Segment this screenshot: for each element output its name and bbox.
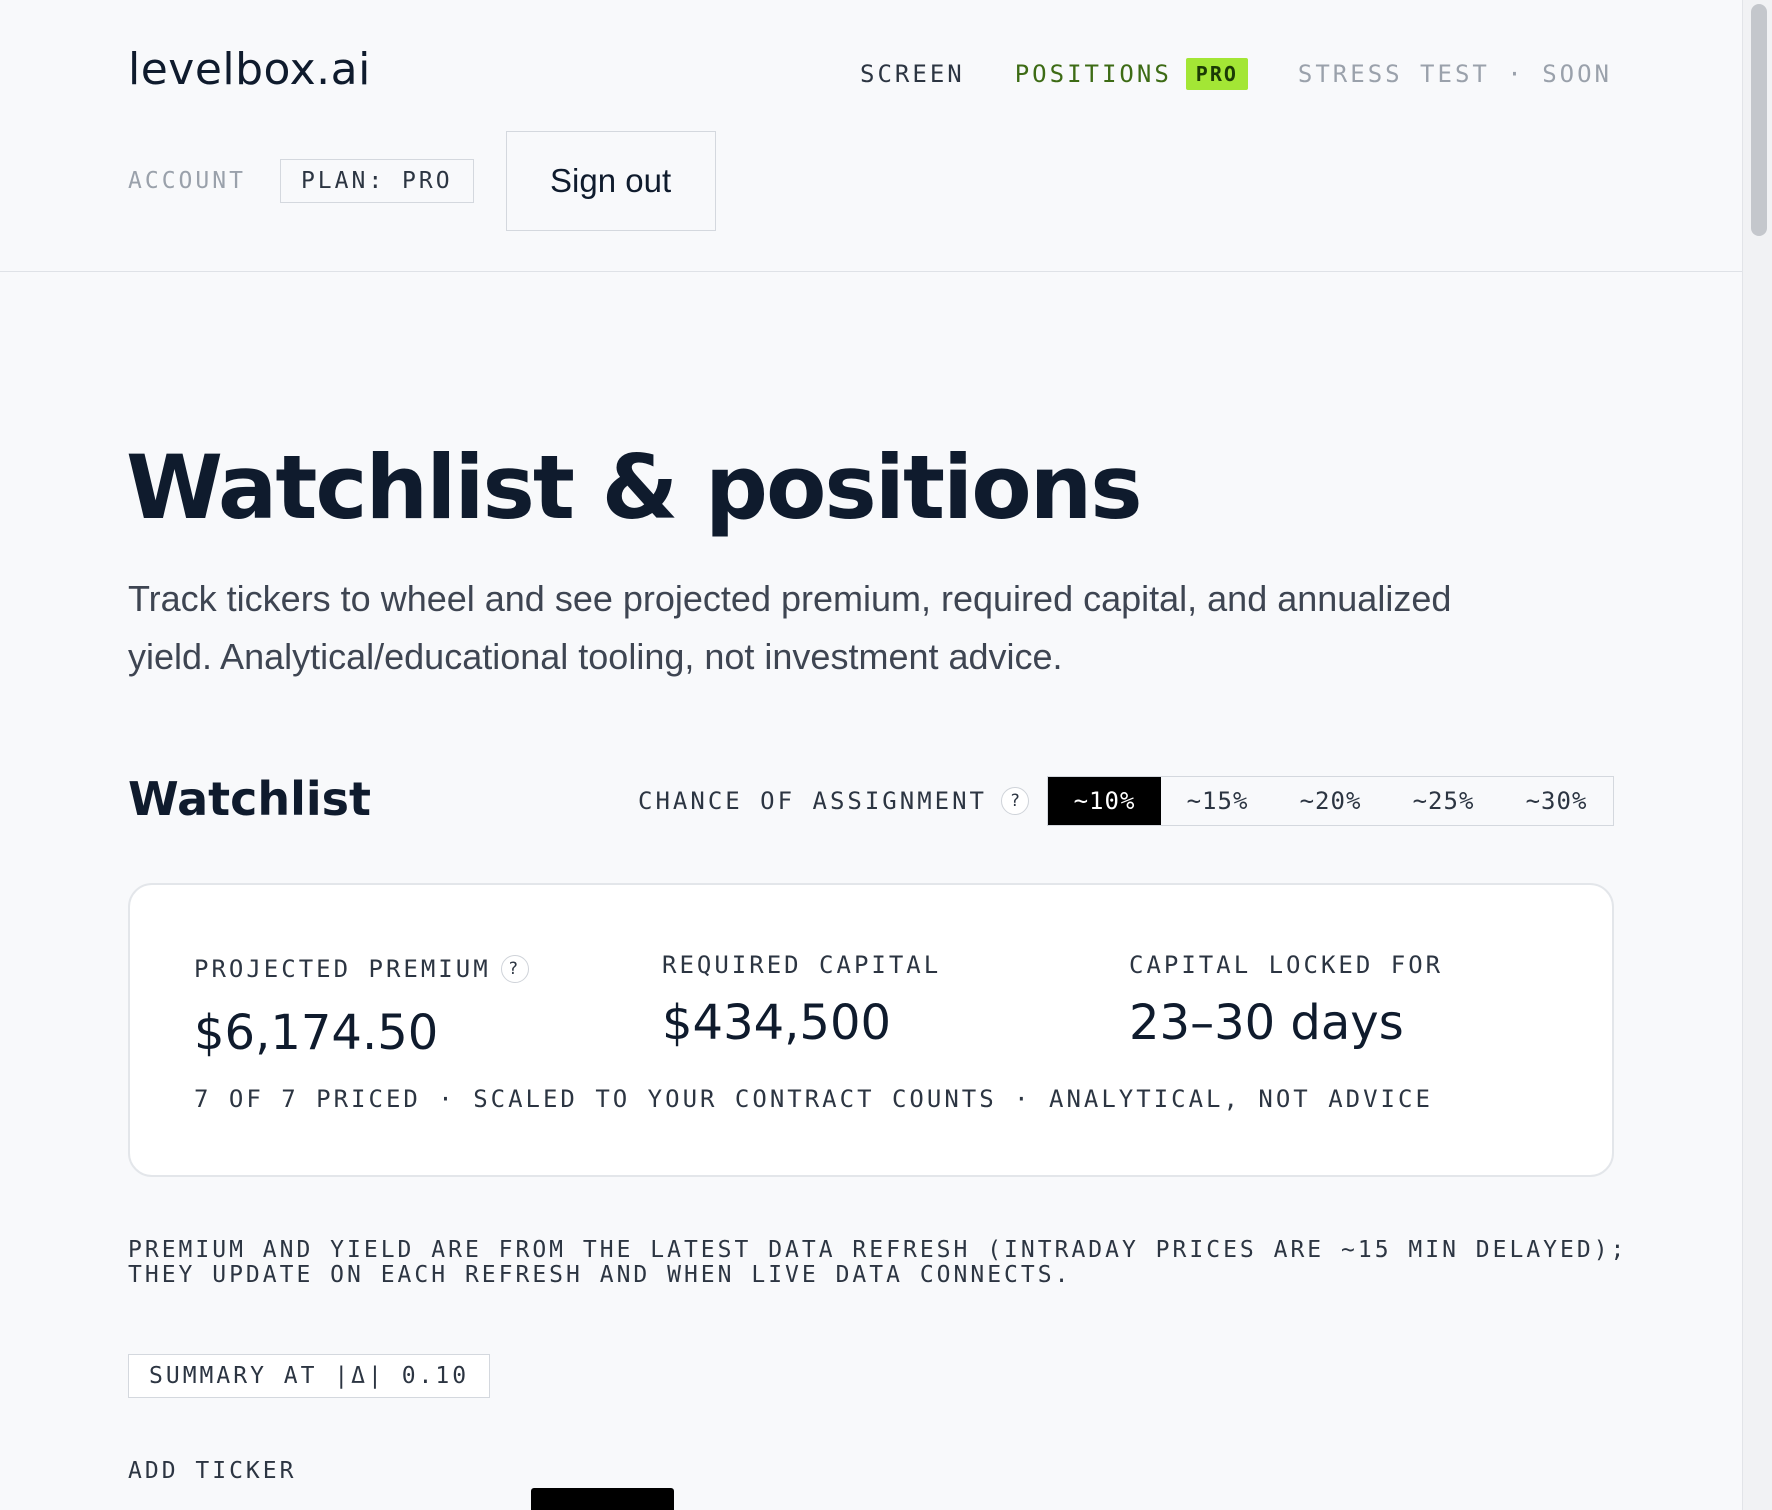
pro-badge: PRO [1185, 58, 1248, 90]
page-description: Track tickers to wheel and see projected… [128, 578, 1452, 677]
option-25[interactable]: ~25% [1387, 777, 1500, 825]
add-ticker-label: ADD TICKER [128, 1458, 297, 1484]
nav-stress-test: STRESS TEST · SOON [1297, 60, 1612, 88]
summary-delta-tag: SUMMARY AT |Δ| 0.10 [128, 1354, 491, 1398]
capital-locked-value: 23–30 days [1129, 995, 1404, 1051]
capital-locked-stat: CAPITAL LOCKED FOR 23–30 days [1129, 949, 1443, 1051]
data-disclaimer: PREMIUM AND YIELD ARE FROM THE LATEST DA… [128, 1237, 1628, 1288]
help-icon[interactable]: ? [500, 955, 529, 983]
projected-premium-label: PROJECTED PREMIUM [194, 955, 491, 983]
assignment-segmented-control: ~10% ~15% ~20% ~25% ~30% [1047, 776, 1614, 826]
plan-badge: PLAN: PRO [279, 159, 474, 203]
sign-out-button[interactable]: Sign out [505, 131, 716, 231]
option-15[interactable]: ~15% [1161, 777, 1274, 825]
nav-screen[interactable]: SCREEN [860, 60, 965, 88]
nav-positions-label: POSITIONS [1014, 60, 1172, 88]
account-row: ACCOUNT PLAN: PRO Sign out [128, 131, 716, 231]
option-20[interactable]: ~20% [1274, 777, 1387, 825]
option-30[interactable]: ~30% [1500, 777, 1613, 825]
projected-premium-stat: PROJECTED PREMIUM ? $6,174.50 [194, 953, 529, 1061]
capital-locked-label: CAPITAL LOCKED FOR [1129, 951, 1444, 979]
projected-premium-value: $6,174.50 [194, 1005, 439, 1061]
summary-footnote: 7 OF 7 PRICED · SCALED TO YOUR CONTRACT … [194, 1085, 1433, 1113]
logo[interactable]: levelbox.ai [128, 44, 371, 95]
nav-positions[interactable]: POSITIONS PRO [1015, 58, 1248, 90]
page-title: Watchlist & positions [126, 436, 1143, 539]
required-capital-label: REQUIRED CAPITAL [662, 951, 942, 979]
scrollbar[interactable] [1742, 0, 1772, 1510]
watchlist-title: Watchlist [128, 772, 372, 826]
required-capital-stat: REQUIRED CAPITAL $434,500 [662, 949, 941, 1051]
top-header: levelbox.ai SCREEN POSITIONS PRO STRESS … [0, 0, 1742, 272]
add-ticker-button[interactable] [531, 1488, 674, 1510]
projected-premium-label-row: PROJECTED PREMIUM ? [194, 953, 529, 985]
help-icon[interactable]: ? [1001, 787, 1029, 815]
option-10[interactable]: ~10% [1048, 777, 1161, 825]
summary-card: PROJECTED PREMIUM ? $6,174.50 REQUIRED C… [128, 883, 1614, 1177]
scrollbar-thumb[interactable] [1751, 4, 1767, 236]
account-label[interactable]: ACCOUNT [128, 168, 246, 194]
required-capital-value: $434,500 [662, 995, 892, 1051]
assignment-label: CHANCE OF ASSIGNMENT [638, 787, 987, 815]
assignment-selector: CHANCE OF ASSIGNMENT ? ~10% ~15% ~20% ~2… [638, 776, 1614, 826]
main-nav: SCREEN POSITIONS PRO STRESS TEST · SOON [860, 58, 1612, 90]
